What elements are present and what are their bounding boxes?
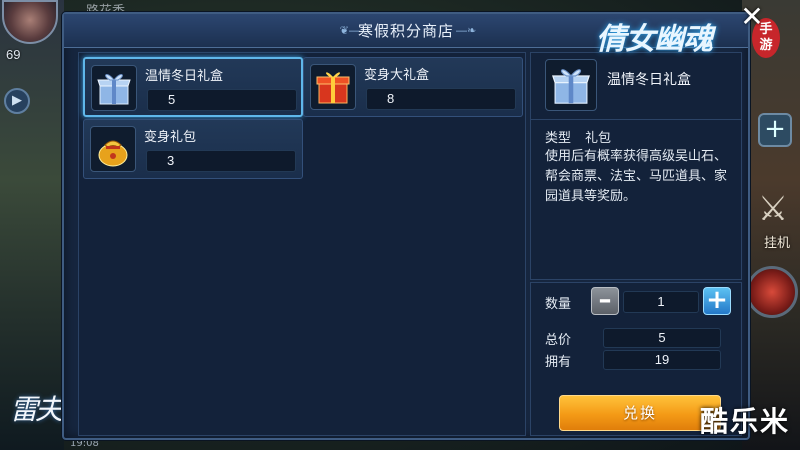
owned-value: 19 — [603, 350, 721, 370]
shop-item-transform-big-box[interactable]: 变身大礼盒 8 — [303, 57, 523, 117]
quantity-minus-button[interactable]: – — [591, 287, 619, 315]
item-price: 3 — [146, 150, 296, 172]
detail-type-label: 类型 — [545, 131, 572, 146]
item-price: 8 — [366, 88, 516, 110]
seal-char: 游 — [759, 38, 773, 53]
quantity-input[interactable]: 1 — [623, 291, 699, 313]
exchange-button[interactable]: 兑换 — [559, 395, 721, 431]
crossed-swords-icon[interactable]: ⚔ — [754, 190, 792, 228]
shop-item-winter-gift-box[interactable]: 温情冬日礼盒 5 — [83, 57, 303, 117]
detail-type-value: 礼包 — [585, 131, 612, 146]
total-price-label: 总价 — [545, 333, 572, 348]
detail-divider — [531, 119, 741, 120]
quantity-label: 数量 — [545, 297, 572, 312]
detail-description: 使用后有概率获得高级吴山石、帮会商票、法宝、马匹道具、家园道具等奖励。 — [545, 149, 728, 204]
title-ornament-right-icon: ―❧ — [456, 24, 477, 37]
blue-gift-box-icon — [545, 59, 597, 111]
owned-label: 拥有 — [545, 355, 572, 370]
item-name: 变身大礼盒 — [364, 68, 430, 83]
item-detail-panel: 温情冬日礼盒 类型 礼包 使用后有概率获得高级吴山石、帮会商票、法宝、马匹道具、家… — [530, 52, 742, 280]
watermark: 酷乐米 — [699, 405, 790, 438]
player-level: 69 — [6, 47, 21, 62]
game-logo-title: 倩女幽魂 — [596, 22, 713, 57]
close-icon[interactable]: ✕ — [738, 3, 766, 32]
item-grid: 温情冬日礼盒 5 变身大礼盒 8 变身礼包 3 — [78, 52, 526, 436]
auto-battle-label[interactable]: 挂机 — [764, 232, 790, 251]
item-name: 温情冬日礼盒 — [145, 69, 224, 84]
total-price-value: 5 — [603, 328, 721, 348]
shop-dialog: ❦― 寒假积分商店 ―❧ 温情冬日礼盒 5 变身大礼盒 8 变身礼包 3 温情冬… — [62, 12, 750, 440]
gold-pouch-icon — [90, 126, 136, 172]
game-background-left — [0, 0, 64, 450]
detail-type: 类型 礼包 — [545, 127, 611, 146]
item-price: 5 — [147, 89, 297, 111]
quantity-plus-button[interactable]: + — [703, 287, 731, 315]
shop-item-transform-pack[interactable]: 变身礼包 3 — [83, 119, 303, 179]
red-gift-box-icon — [310, 64, 356, 110]
blue-gift-box-icon — [91, 65, 137, 111]
plus-icon[interactable]: + — [758, 113, 792, 147]
item-name: 变身礼包 — [144, 130, 197, 145]
skill-button[interactable] — [746, 266, 798, 318]
expand-arrow-icon[interactable]: ▶ — [4, 88, 30, 114]
detail-item-name: 温情冬日礼盒 — [607, 72, 691, 88]
